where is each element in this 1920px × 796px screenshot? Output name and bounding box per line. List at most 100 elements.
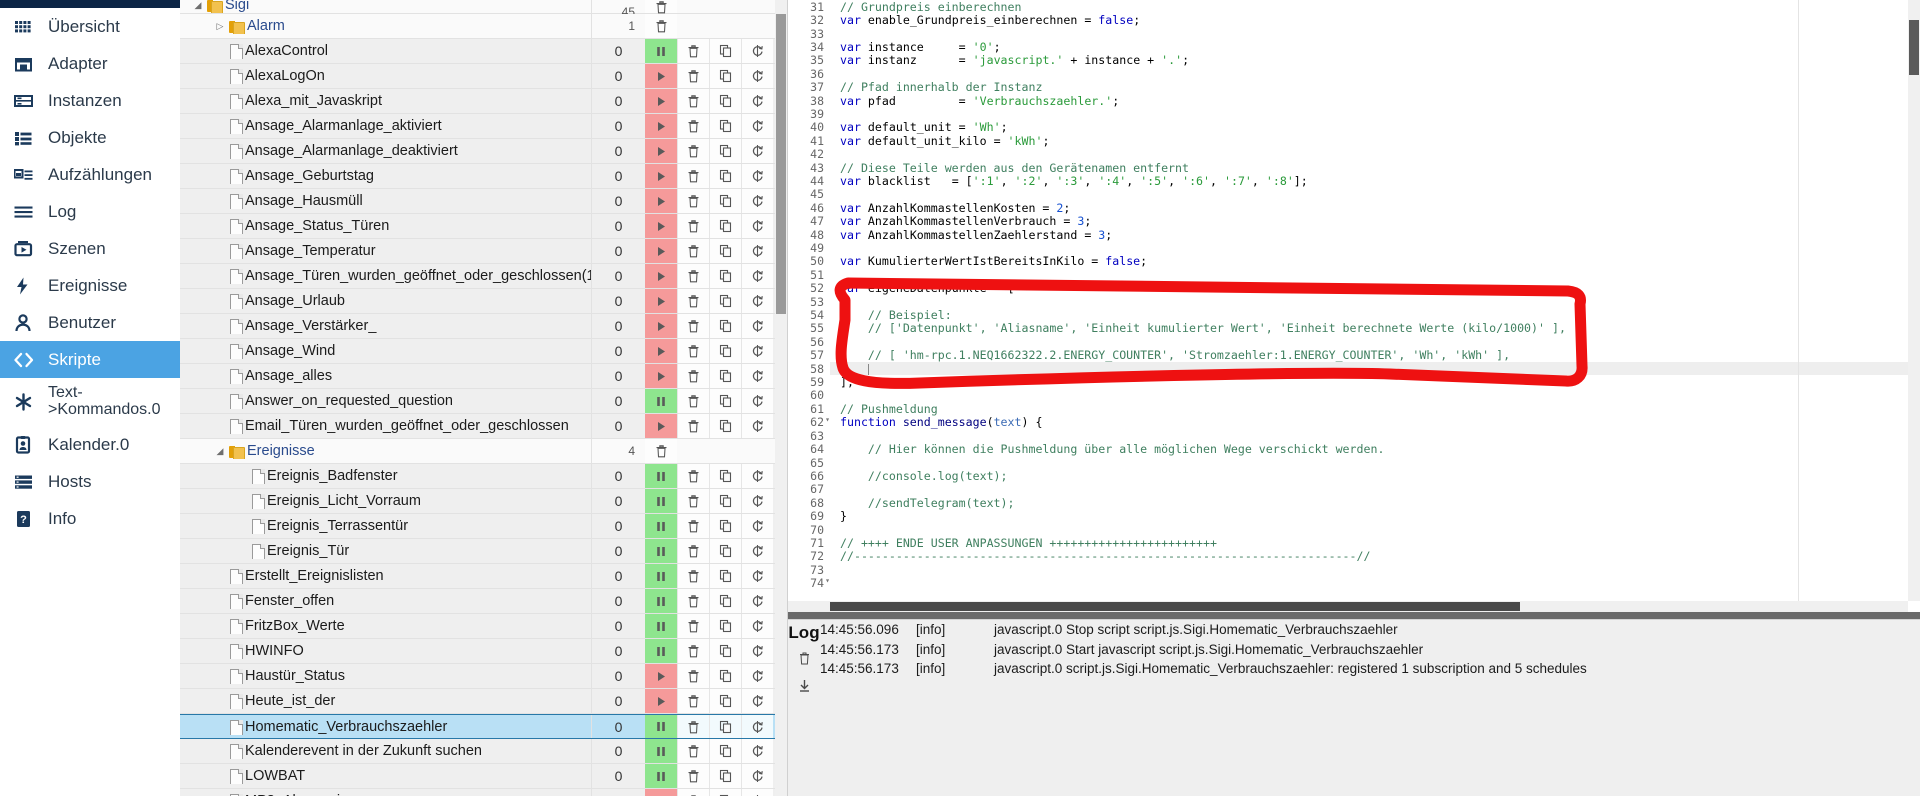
sidebar-item-objekte[interactable]: Objekte [0,119,180,156]
stop-script-button[interactable] [645,715,677,738]
delete-button[interactable] [677,589,709,613]
stop-script-button[interactable] [645,464,677,488]
copy-button[interactable] [709,739,741,763]
delete-button[interactable] [677,239,709,263]
copy-button[interactable] [709,639,741,663]
script-name-cell[interactable]: FritzBox_Werte [180,618,591,634]
run-script-button[interactable] [645,289,677,313]
script-name-cell[interactable]: Ansage_Geburtstag [180,168,591,184]
run-script-button[interactable] [645,789,677,796]
table-row[interactable]: Ansage_Wind 0 [180,339,775,364]
run-script-button[interactable] [645,264,677,288]
stop-script-button[interactable] [645,39,677,63]
copy-button[interactable] [709,389,741,413]
script-name-cell[interactable]: ▷ Alarm [180,18,591,34]
script-name-cell[interactable]: Ereignis_Tür [180,543,591,559]
sidebar-item-szenen[interactable]: Szenen [0,230,180,267]
stop-script-button[interactable] [645,764,677,788]
copy-button[interactable] [709,564,741,588]
delete-button[interactable] [677,614,709,638]
sidebar-item-benutzer[interactable]: Benutzer [0,304,180,341]
table-row[interactable]: Ereignis_Terrassentür 0 [180,514,775,539]
rename-button[interactable] [741,64,773,88]
run-script-button[interactable] [645,339,677,363]
rename-button[interactable] [741,289,773,313]
script-name-cell[interactable]: Ansage_Wind [180,343,591,359]
delete-button[interactable] [677,189,709,213]
code-hscroll-thumb[interactable] [830,602,1520,611]
stop-script-button[interactable] [645,489,677,513]
sidebar-item-bersicht[interactable]: Übersicht [0,8,180,45]
stop-script-button[interactable] [645,639,677,663]
table-row[interactable]: Ansage_alles 0 [180,364,775,389]
rename-button[interactable] [741,389,773,413]
table-row[interactable]: Ansage_Hausmüll 0 [180,189,775,214]
stop-script-button[interactable] [645,564,677,588]
table-row[interactable]: Ansage_Urlaub 0 [180,289,775,314]
copy-button[interactable] [709,114,741,138]
rename-button[interactable] [741,689,773,713]
sidebar-item-info[interactable]: ? Info [0,500,180,537]
script-name-cell[interactable]: Ereignis_Badfenster [180,468,591,484]
copy-button[interactable] [709,764,741,788]
table-row[interactable]: LOWBAT 0 [180,764,775,789]
copy-button[interactable] [709,414,741,438]
table-row[interactable]: Ansage_Verstärker_ 0 [180,314,775,339]
table-row[interactable]: Answer_on_requested_question 0 [180,389,775,414]
rename-button[interactable] [741,739,773,763]
table-row[interactable]: Ansage_Türen_wurden_geöffnet_oder_geschl… [180,264,775,289]
script-name-cell[interactable]: Ereignis_Terrassentür [180,518,591,534]
fold-toggle-icon[interactable]: ▾ [825,576,830,585]
table-row[interactable]: Ansage_Geburtstag 0 [180,164,775,189]
stop-script-button[interactable] [645,614,677,638]
rename-button[interactable] [741,189,773,213]
copy-button[interactable] [709,464,741,488]
table-row[interactable]: HWINFO 0 [180,639,775,664]
run-script-button[interactable] [645,314,677,338]
run-script-button[interactable] [645,189,677,213]
table-row-selected[interactable]: Homematic_Verbrauchszaehler 0 [180,714,775,739]
pane-divider[interactable] [788,612,1920,619]
delete-button[interactable] [677,289,709,313]
script-name-cell[interactable]: AlexaLogOn [180,68,591,84]
delete-button[interactable] [677,789,709,796]
rename-button[interactable] [741,364,773,388]
script-name-cell[interactable]: Answer_on_requested_question [180,393,591,409]
run-script-button[interactable] [645,239,677,263]
delete-button[interactable] [677,164,709,188]
script-name-cell[interactable]: Ansage_Status_Türen [180,218,591,234]
copy-button[interactable] [709,689,741,713]
rename-button[interactable] [741,464,773,488]
delete-button[interactable] [645,14,677,38]
delete-button[interactable] [677,389,709,413]
script-name-cell[interactable]: Alexa_mit_Javaskript [180,93,591,109]
delete-button[interactable] [677,715,709,738]
table-row[interactable]: Email_Türen_wurden_geöffnet_oder_geschlo… [180,414,775,439]
stop-script-button[interactable] [645,539,677,563]
script-name-cell[interactable]: Heute_ist_der [180,693,591,709]
sidebar-item-aufz-hlungen[interactable]: Aufzählungen [0,156,180,193]
delete-button[interactable] [677,689,709,713]
stop-script-button[interactable] [645,514,677,538]
sidebar-item-kalender-0[interactable]: Kalender.0 [0,426,180,463]
rename-button[interactable] [741,789,773,796]
run-script-button[interactable] [645,114,677,138]
tree-scrollbar-thumb[interactable] [776,14,786,314]
script-name-cell[interactable]: Ansage_alles [180,368,591,384]
rename-button[interactable] [741,314,773,338]
rename-button[interactable] [741,614,773,638]
copy-button[interactable] [709,64,741,88]
script-name-cell[interactable]: Ansage_Hausmüll [180,193,591,209]
delete-button[interactable] [677,564,709,588]
run-script-button[interactable] [645,139,677,163]
rename-button[interactable] [741,639,773,663]
delete-button[interactable] [677,64,709,88]
sidebar-item-log[interactable]: Log [0,193,180,230]
copy-button[interactable] [709,264,741,288]
table-row[interactable]: Ansage_Alarmanlage_aktiviert 0 [180,114,775,139]
script-name-cell[interactable]: LOWBAT [180,768,591,784]
table-row[interactable]: Ereignis_Licht_Vorraum 0 [180,489,775,514]
code-horizontal-scrollbar[interactable] [788,601,1908,612]
table-row[interactable]: Ansage_Temperatur 0 [180,239,775,264]
rename-button[interactable] [741,539,773,563]
